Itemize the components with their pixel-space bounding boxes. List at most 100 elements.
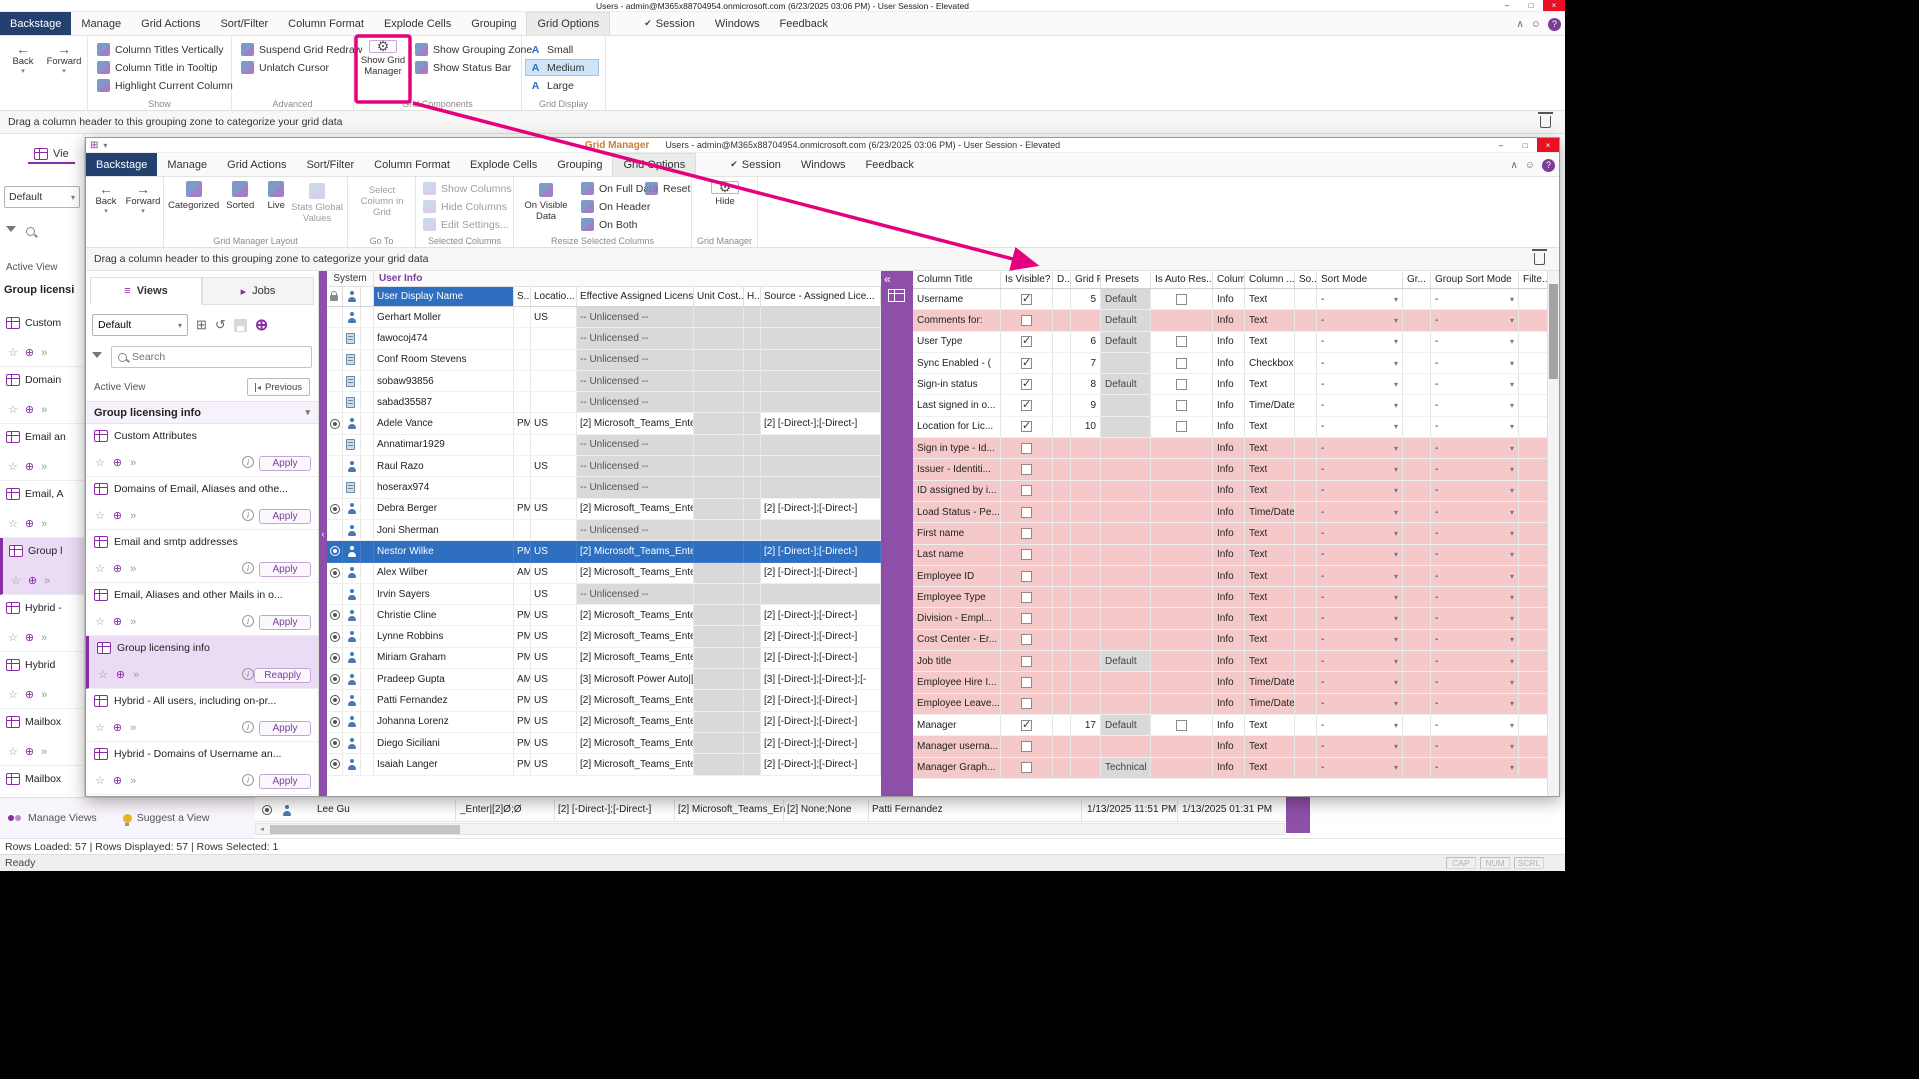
visible-checkbox[interactable]	[1021, 720, 1032, 731]
column-config-row[interactable]: Sign in type - Id... Info Text - ▾	[913, 438, 1549, 459]
info-icon[interactable]: i	[242, 721, 254, 733]
ribbon-item[interactable]: Suspend Grid Redraw	[238, 42, 365, 57]
share-icon[interactable]: »	[41, 518, 47, 530]
visible-checkbox[interactable]	[1021, 762, 1032, 773]
layout-mode-button[interactable]: Live	[261, 181, 291, 211]
plus-circle-icon[interactable]: ⊕	[25, 346, 34, 359]
visible-checkbox[interactable]	[1021, 549, 1032, 560]
cell-group-sort-mode[interactable]: - ▾	[1431, 630, 1519, 651]
visible-checkbox[interactable]	[1021, 592, 1032, 603]
user-row[interactable]: Nestor Wilke PM US [2] Microsoft_Teams_E…	[327, 541, 881, 562]
cell-column-info[interactable]: Info	[1213, 715, 1245, 736]
column-header[interactable]: Column ...	[1245, 271, 1295, 288]
cell-sort-mode[interactable]: - ▾	[1317, 523, 1403, 544]
cell-group-sort-mode[interactable]: - ▾	[1431, 289, 1519, 310]
save-icon[interactable]	[234, 319, 247, 332]
cell-column-info[interactable]: Info	[1213, 694, 1245, 715]
apply-view-button[interactable]: Apply	[259, 456, 311, 471]
collapse-left-icon[interactable]: «	[884, 272, 891, 286]
cell-sort-mode[interactable]: - ▾	[1317, 545, 1403, 566]
info-icon[interactable]: i	[242, 562, 254, 574]
suggest-view-button[interactable]: Suggest a View	[123, 812, 210, 824]
column-config-row[interactable]: Job title Default Info Text - ▾	[913, 651, 1549, 672]
ribbon-tab[interactable]: ✔ Windows	[705, 12, 770, 35]
collapse-strip[interactable]: ‹	[319, 271, 327, 796]
column-config-row[interactable]: Employee Hire I... Info Time/Date - ▾	[913, 672, 1549, 693]
column-config-row[interactable]: First name Info Text - ▾	[913, 523, 1549, 544]
info-icon[interactable]: i	[242, 615, 254, 627]
cell-column-info[interactable]: Info	[1213, 438, 1245, 459]
ribbon-tab[interactable]: ✔ Manage	[157, 153, 217, 176]
visible-checkbox[interactable]	[1021, 507, 1032, 518]
column-header[interactable]: Grid P...	[1071, 271, 1101, 288]
cell-group-sort-mode[interactable]: - ▾	[1431, 545, 1519, 566]
cell-sort-mode[interactable]: - ▾	[1317, 651, 1403, 672]
cell-group-sort-mode[interactable]: - ▾	[1431, 694, 1519, 715]
share-icon[interactable]: »	[41, 632, 47, 644]
cell-sort-mode[interactable]: - ▾	[1317, 310, 1403, 331]
user-row[interactable]: Debra Berger PM US [2] Microsoft_Teams_E…	[327, 499, 881, 520]
show-grid-manager-button[interactable]: ⚙ Show Grid Manager	[358, 40, 408, 77]
user-row[interactable]: sobaw93856 -- Unlicensed --	[327, 371, 881, 392]
ribbon-item[interactable]: Column Title in Tooltip	[94, 60, 236, 75]
ribbon-tab[interactable]: ✔ Session	[720, 153, 791, 176]
cell-sort-mode[interactable]: - ▾	[1317, 694, 1403, 715]
view-card[interactable]: Hybrid - Domains of Username an... ☆ ⊕ »…	[86, 742, 318, 795]
auto-resize-checkbox[interactable]	[1176, 421, 1187, 432]
stats-global-values-button[interactable]: Stats Global Values	[290, 183, 344, 224]
column-header[interactable]: Is Visible?	[1001, 271, 1053, 288]
sidebar-default-select[interactable]: Default ▾	[4, 186, 80, 208]
column-header[interactable]: Gr...	[1403, 271, 1431, 288]
plus-circle-icon[interactable]: ⊕	[25, 403, 34, 416]
cell-group-sort-mode[interactable]: - ▾	[1431, 758, 1519, 779]
cell-group-sort-mode[interactable]: - ▾	[1431, 310, 1519, 331]
visible-checkbox[interactable]	[1021, 656, 1032, 667]
star-icon[interactable]: ☆	[8, 346, 18, 359]
share-icon[interactable]: »	[130, 722, 136, 734]
close-button[interactable]: ×	[1537, 138, 1559, 152]
back-button[interactable]: ← Back ▾	[90, 182, 122, 215]
view-card[interactable]: Custom Attributes ☆ ⊕ » i Apply	[86, 424, 318, 477]
reset-button[interactable]: Reset	[642, 181, 693, 196]
cell-column-info[interactable]: Info	[1213, 545, 1245, 566]
cell-column-info[interactable]: Info	[1213, 395, 1245, 416]
close-button[interactable]: ×	[1543, 0, 1565, 11]
cell-group-sort-mode[interactable]: - ▾	[1431, 736, 1519, 757]
share-icon[interactable]: »	[41, 461, 47, 473]
visible-checkbox[interactable]	[1021, 358, 1032, 369]
apply-view-button[interactable]: Apply	[259, 721, 311, 736]
column-header[interactable]: Is Auto Res...	[1151, 271, 1213, 288]
user-row[interactable]: Miriam Graham PM US [2] Microsoft_Teams_…	[327, 648, 881, 669]
user-row[interactable]: sabad35587 -- Unlicensed --	[327, 392, 881, 413]
visible-checkbox[interactable]	[1021, 421, 1032, 432]
ribbon-tab[interactable]: ✔ Grid Actions	[217, 153, 296, 176]
column-config-row[interactable]: Employee Leave... Info Time/Date - ▾	[913, 694, 1549, 715]
column-header-display-name[interactable]: User Display Name	[374, 287, 514, 306]
active-view-header[interactable]: Group licensing info ▾	[86, 401, 318, 424]
view-card[interactable]: Hybrid - All users, including on-pr... ☆…	[86, 689, 318, 742]
person-column-header[interactable]	[343, 287, 361, 306]
column-header[interactable]: Column Title	[913, 271, 1001, 288]
cell-column-info[interactable]: Info	[1213, 310, 1245, 331]
sidebar-view-item[interactable]: Hybrid - ☆ ⊕ »	[0, 595, 85, 652]
ribbon-tab[interactable]: ✔ Grid Options	[526, 12, 610, 35]
cell-column-info[interactable]: Info	[1213, 672, 1245, 693]
ribbon-tab[interactable]: ✔ Feedback	[770, 12, 838, 35]
star-icon[interactable]: ☆	[95, 509, 105, 522]
cell-group-sort-mode[interactable]: - ▾	[1431, 459, 1519, 480]
visible-checkbox[interactable]	[1021, 677, 1032, 688]
star-icon[interactable]: ☆	[95, 774, 105, 787]
cell-sort-mode[interactable]: - ▾	[1317, 459, 1403, 480]
view-card[interactable]: Email and smtp addresses ☆ ⊕ » i Apply	[86, 530, 318, 583]
cell-column-info[interactable]: Info	[1213, 523, 1245, 544]
ribbon-tab[interactable]: ✔ Grouping	[547, 153, 612, 176]
column-config-row[interactable]: Issuer - Identiti... Info Text - ▾	[913, 459, 1549, 480]
info-icon[interactable]: i	[242, 668, 254, 680]
share-icon[interactable]: »	[44, 575, 50, 587]
scroll-left-arrow[interactable]: ◂	[256, 824, 268, 834]
plus-circle-icon[interactable]: ⊕	[116, 668, 125, 681]
cell-column-info[interactable]: Info	[1213, 630, 1245, 651]
scrollbar-thumb[interactable]	[1549, 284, 1558, 379]
column-header[interactable]: Presets	[1101, 271, 1151, 288]
visible-checkbox[interactable]	[1021, 400, 1032, 411]
